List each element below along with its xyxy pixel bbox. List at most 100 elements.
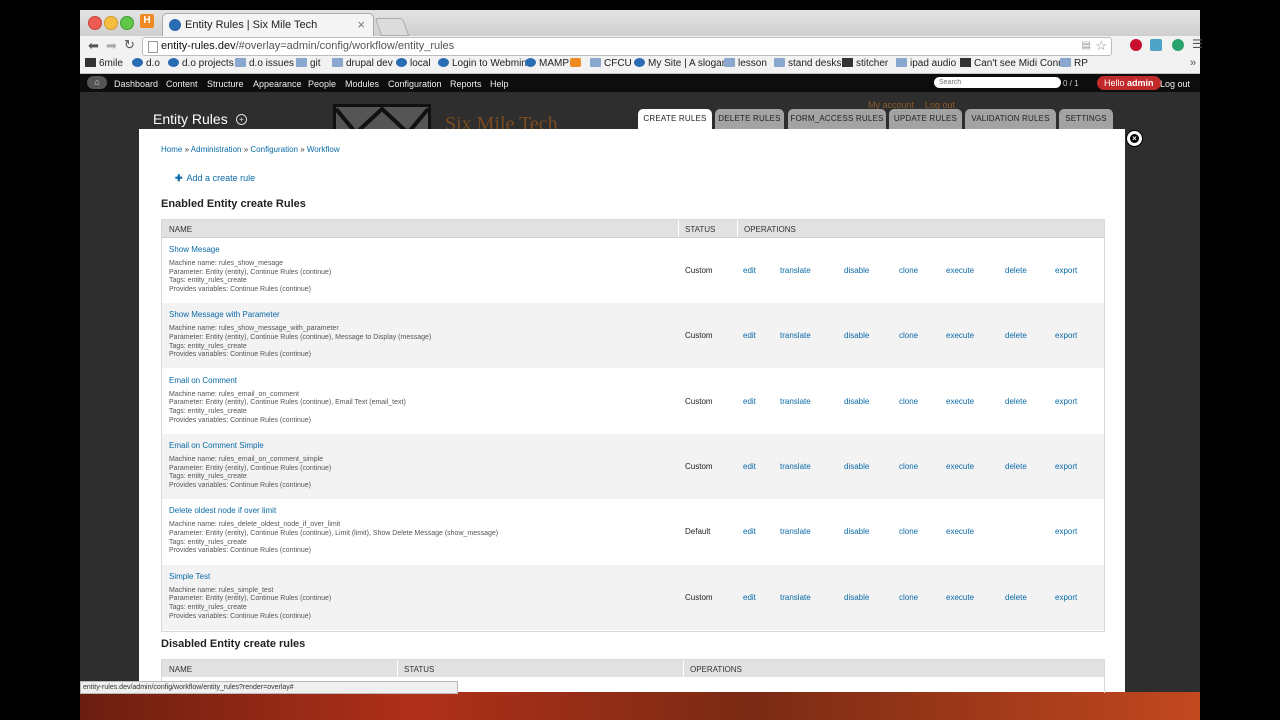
bookmark-item[interactable]: Login to Webmin (438, 58, 527, 69)
add-shortcut-icon[interactable]: + (236, 114, 247, 125)
rule-title-link[interactable]: Email on Comment (169, 376, 237, 385)
bookmark-item[interactable]: lesson (724, 58, 767, 69)
bookmark-item[interactable]: stand desks (774, 58, 841, 69)
breadcrumb-administration[interactable]: Administration (191, 145, 242, 154)
bookmark-item[interactable]: ipad audio (896, 58, 956, 69)
back-arrow-icon[interactable]: ⬅ (88, 38, 99, 54)
execute-link[interactable]: execute (946, 462, 974, 471)
export-link[interactable]: export (1055, 462, 1077, 471)
column-header-name[interactable]: NAME (169, 225, 192, 234)
translate-link[interactable]: translate (780, 593, 811, 602)
edit-link[interactable]: edit (743, 527, 756, 536)
pinned-tab-icon[interactable]: H (140, 14, 154, 28)
export-link[interactable]: export (1055, 397, 1077, 406)
bookmark-item[interactable]: drupal dev (332, 58, 393, 69)
toolbar-search-input[interactable] (934, 77, 1061, 88)
disable-link[interactable]: disable (844, 462, 869, 471)
breadcrumb-home[interactable]: Home (161, 145, 182, 154)
bookmark-item[interactable]: RP (1060, 58, 1088, 69)
bookmark-item[interactable]: d.o (132, 58, 160, 69)
execute-link[interactable]: execute (946, 397, 974, 406)
bookmark-item[interactable]: MAMP (525, 58, 569, 69)
export-link[interactable]: export (1055, 593, 1077, 602)
delete-link[interactable]: delete (1005, 462, 1027, 471)
bookmark-item[interactable]: d.o projects (168, 58, 234, 69)
bookmark-item[interactable]: CFCU (590, 58, 632, 69)
home-icon[interactable]: ⌂ (87, 76, 107, 89)
tab-settings[interactable]: SETTINGS (1059, 109, 1113, 129)
extension-play-icon[interactable] (1150, 39, 1162, 51)
disable-link[interactable]: disable (844, 397, 869, 406)
execute-link[interactable]: execute (946, 593, 974, 602)
export-link[interactable]: export (1055, 527, 1077, 536)
translate-link[interactable]: translate (780, 462, 811, 471)
toolbar-item-dashboard[interactable]: Dashboard (114, 79, 158, 89)
edit-link[interactable]: edit (743, 462, 756, 471)
translate-link[interactable]: translate (780, 266, 811, 275)
breadcrumb-workflow[interactable]: Workflow (307, 145, 340, 154)
toolbar-item-help[interactable]: Help (490, 79, 509, 89)
tab-close-icon[interactable]: × (357, 17, 365, 32)
add-create-rule-link[interactable]: ✚ Add a create rule (175, 173, 255, 184)
clone-link[interactable]: clone (899, 527, 918, 536)
delete-link[interactable]: delete (1005, 266, 1027, 275)
edit-link[interactable]: edit (743, 593, 756, 602)
translate-link[interactable]: translate (780, 527, 811, 536)
toolbar-item-reports[interactable]: Reports (450, 79, 482, 89)
tab-validation-rules[interactable]: VALIDATION RULES (965, 109, 1056, 129)
column-header-name[interactable]: NAME (169, 665, 192, 674)
edit-link[interactable]: edit (743, 397, 756, 406)
bookmark-item[interactable]: Can't see Midi Conn (960, 58, 1064, 69)
user-greeting-badge[interactable]: Hello admin (1097, 76, 1161, 90)
clone-link[interactable]: clone (899, 266, 918, 275)
translate-link[interactable]: translate (780, 331, 811, 340)
toolbar-item-people[interactable]: People (308, 79, 336, 89)
rule-title-link[interactable]: Simple Test (169, 572, 210, 581)
bookmark-item[interactable]: stitcher (842, 58, 888, 69)
clone-link[interactable]: clone (899, 331, 918, 340)
browser-menu-icon[interactable]: ☰ (1192, 37, 1203, 51)
extension-icon[interactable] (1130, 39, 1142, 51)
disable-link[interactable]: disable (844, 331, 869, 340)
rule-title-link[interactable]: Email on Comment Simple (169, 441, 264, 450)
toolbar-item-content[interactable]: Content (166, 79, 198, 89)
disable-link[interactable]: disable (844, 266, 869, 275)
window-close-button[interactable] (88, 16, 102, 30)
edit-link[interactable]: edit (743, 266, 756, 275)
delete-link[interactable]: delete (1005, 397, 1027, 406)
window-minimize-button[interactable] (104, 16, 118, 30)
export-link[interactable]: export (1055, 266, 1077, 275)
tab-delete-rules[interactable]: DELETE RULES (715, 109, 784, 129)
edit-link[interactable]: edit (743, 331, 756, 340)
tab-update-rules[interactable]: UPDATE RULES (889, 109, 962, 129)
new-tab-button[interactable] (374, 18, 410, 36)
bookmark-item[interactable]: 6mile (85, 58, 123, 69)
export-link[interactable]: export (1055, 331, 1077, 340)
execute-link[interactable]: execute (946, 527, 974, 536)
toolbar-logout-link[interactable]: Log out (1160, 79, 1190, 89)
execute-link[interactable]: execute (946, 331, 974, 340)
clone-link[interactable]: clone (899, 397, 918, 406)
address-bar[interactable]: entity-rules.dev/#overlay=admin/config/w… (142, 37, 1112, 56)
bookmark-item[interactable] (570, 58, 584, 69)
bookmarks-overflow-icon[interactable]: » (1190, 57, 1196, 69)
delete-link[interactable]: delete (1005, 331, 1027, 340)
disable-link[interactable]: disable (844, 527, 869, 536)
browser-tab-active[interactable]: Entity Rules | Six Mile Tech × (162, 13, 374, 37)
tab-create-rules[interactable]: CREATE RULES (638, 109, 712, 129)
rule-title-link[interactable]: Show Mesage (169, 245, 220, 254)
toolbar-item-configuration[interactable]: Configuration (388, 79, 442, 89)
delete-link[interactable]: delete (1005, 593, 1027, 602)
tab-form-access-rules[interactable]: FORM_ACCESS RULES (788, 109, 886, 129)
rule-title-link[interactable]: Show Message with Parameter (169, 310, 280, 319)
bookmark-item[interactable]: d.o issues (235, 58, 294, 69)
clone-link[interactable]: clone (899, 593, 918, 602)
forward-arrow-icon[interactable]: ➡ (106, 38, 117, 54)
close-overlay-button[interactable]: × (1126, 130, 1143, 147)
bookmark-item[interactable]: local (396, 58, 431, 69)
window-maximize-button[interactable] (120, 16, 134, 30)
translate-link[interactable]: translate (780, 397, 811, 406)
page-action-icon[interactable]: ▤ (1082, 40, 1091, 51)
rule-title-link[interactable]: Delete oldest node if over limit (169, 506, 276, 515)
bookmark-star-icon[interactable]: ☆ (1095, 38, 1107, 54)
